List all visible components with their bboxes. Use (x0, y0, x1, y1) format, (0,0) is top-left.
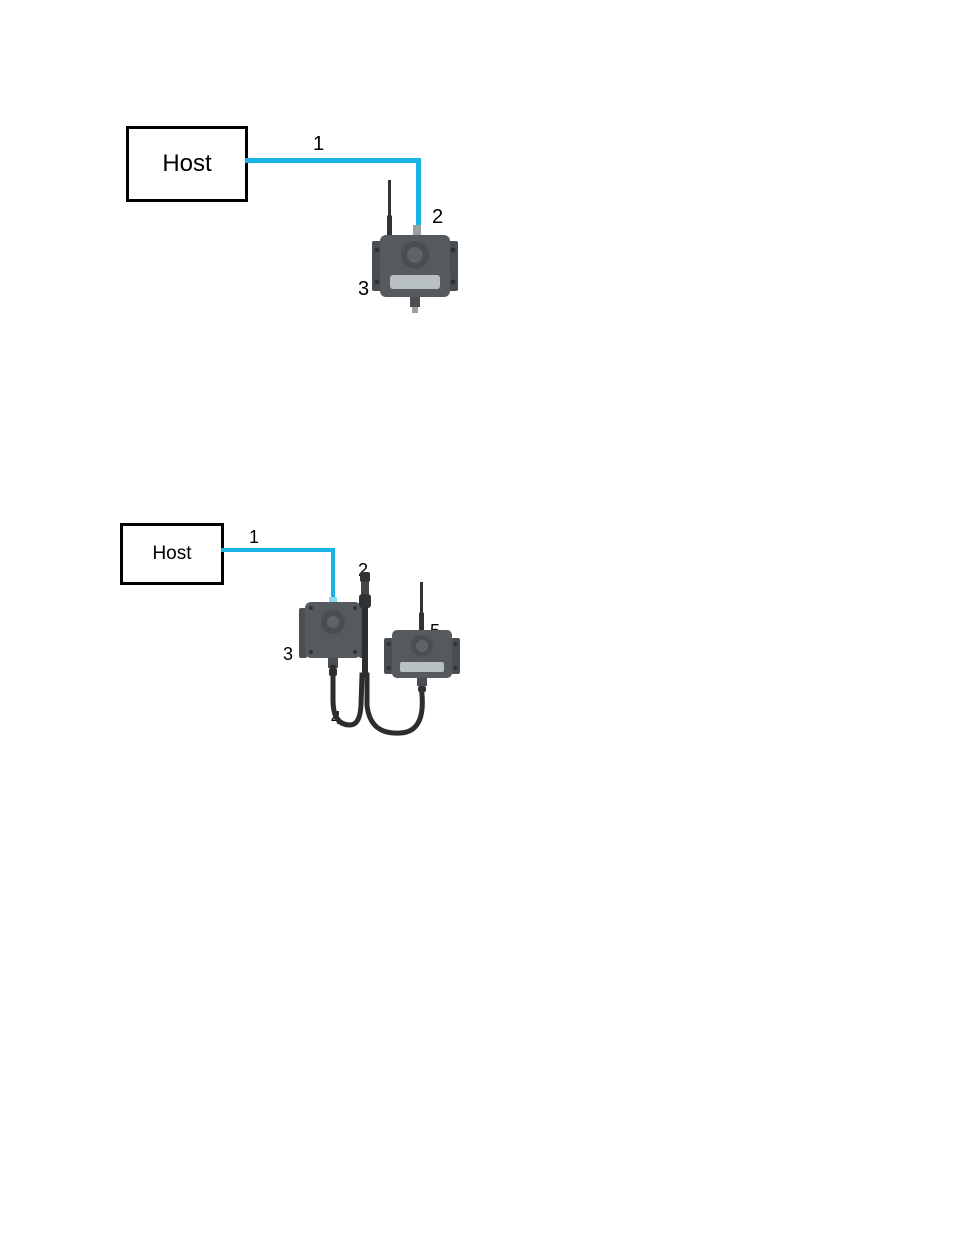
cable-blue-horizontal (221, 548, 335, 552)
callout-1: 1 (313, 133, 324, 156)
callout-1: 1 (249, 527, 259, 548)
callout-3: 3 (283, 644, 293, 665)
wireless-device-icon (382, 582, 462, 692)
diagram-b: Host 1 2 3 4 5 (0, 400, 954, 850)
host-box: Host (120, 523, 224, 585)
host-label: Host (162, 150, 211, 178)
callout-3: 3 (358, 278, 369, 301)
cable-blue-vertical (331, 548, 335, 598)
wireless-device-icon (370, 175, 460, 325)
host-box: Host (126, 126, 248, 202)
cable-blue-horizontal (245, 158, 421, 163)
host-label: Host (152, 543, 191, 565)
diagram-a: Host 1 2 3 (0, 0, 954, 400)
